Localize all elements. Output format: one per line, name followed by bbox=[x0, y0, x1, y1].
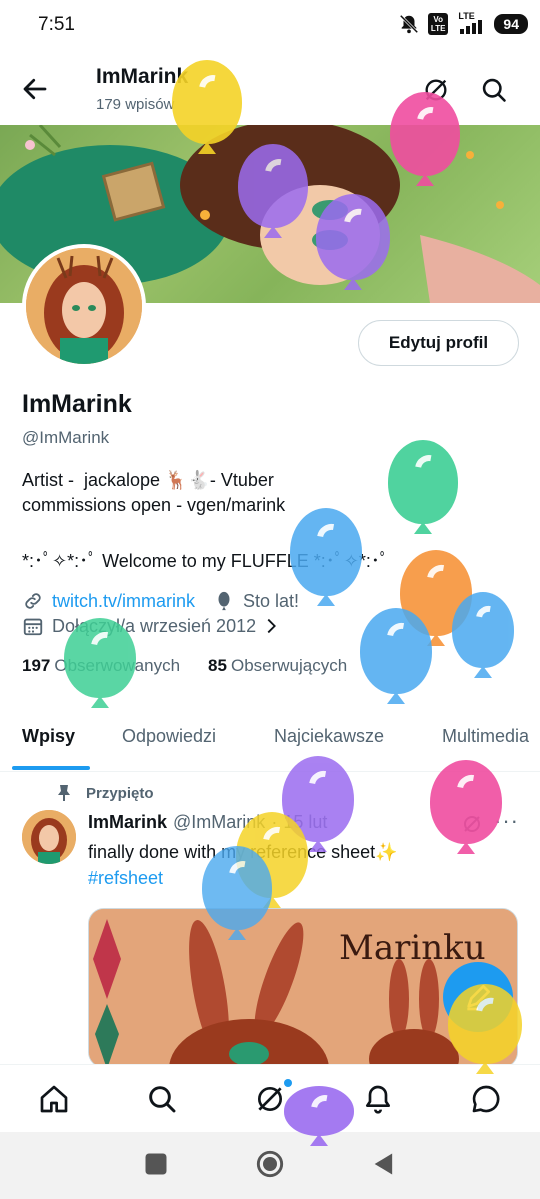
back-arrow-icon[interactable] bbox=[20, 74, 50, 104]
tweet-hashtag[interactable]: #refsheet bbox=[88, 868, 163, 889]
messages-icon[interactable] bbox=[470, 1083, 502, 1115]
notifications-icon[interactable] bbox=[362, 1083, 394, 1115]
profile-header: ImMarink 179 wpisów bbox=[0, 50, 540, 125]
following-link[interactable]: 197 Obserwowanych bbox=[22, 656, 180, 676]
mute-icon bbox=[399, 14, 419, 34]
tweet-header: ImMarink @ImMarink · 15 lut bbox=[88, 812, 327, 833]
tweet-author-handle[interactable]: @ImMarink bbox=[173, 812, 265, 833]
search-icon[interactable] bbox=[480, 76, 508, 104]
active-tab-indicator bbox=[12, 766, 90, 770]
tab-replies[interactable]: Odpowiedzi bbox=[122, 726, 216, 747]
tab-highlights[interactable]: Najciekawsze bbox=[274, 726, 384, 747]
profile-avatar[interactable] bbox=[22, 244, 146, 368]
home-circle-icon[interactable] bbox=[256, 1150, 284, 1178]
balloon-icon bbox=[218, 591, 230, 611]
balloon-decoration bbox=[360, 608, 432, 706]
balloon-decoration bbox=[388, 440, 458, 536]
tweet-more-button[interactable]: ··· bbox=[494, 808, 519, 834]
tweet-date[interactable]: 15 lut bbox=[283, 812, 327, 833]
profile-tabs: Wpisy Odpowiedzi Najciekawsze Multimedia bbox=[0, 706, 540, 772]
profile-link[interactable]: twitch.tv/immarink bbox=[52, 591, 195, 612]
profile-name: ImMarink bbox=[22, 390, 132, 418]
post-count: 179 wpisów bbox=[96, 96, 175, 113]
recents-icon[interactable] bbox=[142, 1150, 170, 1178]
bottom-navigation bbox=[0, 1064, 540, 1132]
balloon-decoration bbox=[400, 550, 472, 648]
nav-search-icon[interactable] bbox=[146, 1083, 178, 1115]
nav-grok-icon[interactable] bbox=[254, 1083, 286, 1115]
balloon-decoration bbox=[430, 760, 502, 856]
header-title: ImMarink bbox=[96, 65, 189, 88]
follow-stats: 197 Obserwowanych 85 Obserwujących bbox=[22, 656, 347, 676]
tweet-grok-icon[interactable] bbox=[460, 812, 484, 836]
tweet-separator: · bbox=[271, 812, 278, 832]
pin-icon bbox=[58, 785, 70, 801]
profile-bio: Artist - jackalope 🦌🐇- Vtuber commission… bbox=[22, 470, 286, 515]
edit-profile-button[interactable]: Edytuj profil bbox=[358, 320, 519, 366]
birthday-text: Sto lat! bbox=[243, 590, 300, 611]
back-triangle-icon[interactable] bbox=[370, 1150, 398, 1178]
home-icon[interactable] bbox=[38, 1083, 70, 1115]
pinned-label: Przypięto bbox=[56, 784, 154, 802]
tweet-avatar[interactable] bbox=[22, 810, 76, 864]
battery-badge: 94 bbox=[494, 14, 528, 34]
grok-icon[interactable] bbox=[422, 76, 450, 104]
tweet-avatar-artwork bbox=[22, 810, 76, 864]
system-navigation bbox=[0, 1132, 540, 1199]
profile-meta-row: twitch.tv/immarink Sto lat! bbox=[22, 590, 299, 612]
profile-bio-welcome: *:･ﾟ✧*:･ﾟ Welcome to my FLUFFLE *:･ﾟ✧*:･… bbox=[22, 551, 389, 571]
joined-row: Dołączył/a wrzesień 2012 bbox=[22, 615, 282, 637]
followers-link[interactable]: 85 Obserwujących bbox=[208, 656, 347, 676]
volte-badge: Vo LTE bbox=[427, 13, 449, 35]
tweet-image-title: Marinku bbox=[339, 928, 486, 968]
compose-icon bbox=[467, 985, 490, 1011]
tweet-author-name[interactable]: ImMarink bbox=[88, 812, 167, 833]
status-icons: Vo LTE LTE 94 bbox=[398, 11, 528, 36]
avatar-artwork bbox=[26, 248, 142, 364]
signal-icon: LTE bbox=[456, 11, 486, 36]
tab-posts[interactable]: Wpisy bbox=[22, 726, 75, 747]
grok-notification-dot bbox=[284, 1079, 292, 1087]
balloon-decoration bbox=[452, 592, 514, 680]
tweet-text: finally done with my reference sheet✨ bbox=[88, 842, 398, 862]
joined-date: Dołączył/a wrzesień 2012 bbox=[52, 615, 257, 636]
tab-media[interactable]: Multimedia bbox=[442, 726, 529, 747]
calendar-icon bbox=[23, 618, 43, 636]
chevron-right-icon[interactable] bbox=[260, 615, 282, 637]
status-time: 7:51 bbox=[38, 14, 75, 35]
compose-button[interactable] bbox=[443, 962, 513, 1032]
status-bar: 7:51 Vo LTE LTE 94 bbox=[0, 0, 540, 50]
profile-handle: @ImMarink bbox=[22, 428, 110, 447]
link-icon bbox=[25, 593, 41, 609]
